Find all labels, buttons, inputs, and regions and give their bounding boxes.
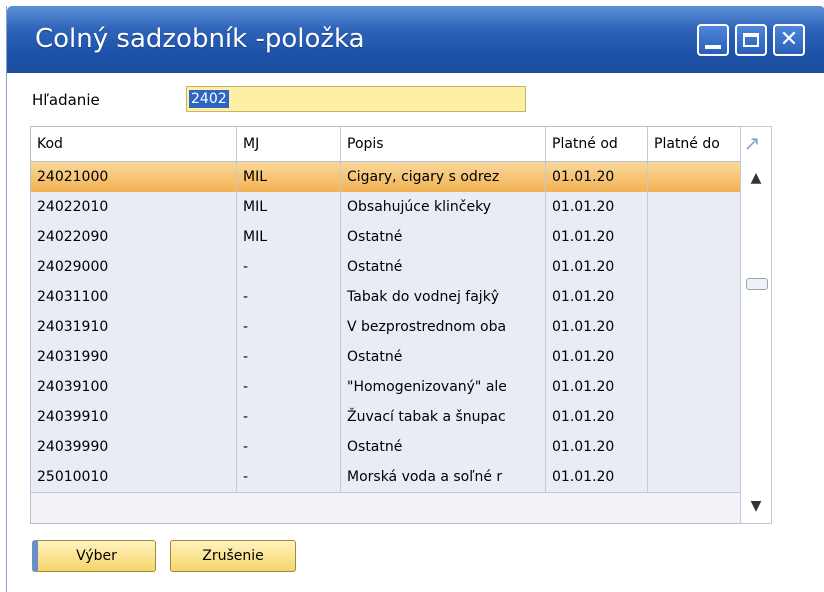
cell-mj: MIL [237,162,341,192]
cell-platne-od: 01.01.20 [546,192,648,222]
table-row[interactable]: 24031100- Tabak do vodnej fajkŷ 01.01.20 [31,282,771,313]
table-row[interactable]: 24022090 MIL Ostatné 01.01.20 [31,222,771,253]
table-row[interactable]: 24029000- Ostatné 01.01.20 [31,252,771,283]
cell-kod: 25010010 [31,462,237,492]
maximize-button[interactable] [735,24,767,56]
search-label: Hľadanie [32,91,100,109]
minimize-button[interactable] [697,24,729,56]
cell-mj: MIL [237,192,341,222]
column-header-mj[interactable]: MJ [237,127,341,161]
cell-kod: 24031910 [31,312,237,342]
cell-platne-od: 01.01.20 [546,462,648,492]
items-table: Kod MJ Popis Platné od Platné do 2402100… [30,126,771,524]
cell-popis: Obsahujúce klinčeky [341,192,546,222]
scroll-thumb[interactable] [746,278,768,290]
search-input[interactable]: 2402 [186,86,526,112]
cell-platne-od: 01.01.20 [546,432,648,462]
cell-mj: - [237,462,341,492]
window-title: Colný sadzobník -položka [35,24,365,54]
cell-platne-od: 01.01.20 [546,252,648,282]
cell-popis: Ostatné [341,252,546,282]
table-row[interactable]: 24039990- Ostatné 01.01.20 [31,432,771,463]
cell-popis: Ostatné [341,342,546,372]
cell-kod: 24039990 [31,432,237,462]
cell-platne-od: 01.01.20 [546,282,648,312]
table-row[interactable]: 25010010- Morská voda a soľné r 01.01.20 [31,462,771,493]
cell-popis: Ostatné [341,432,546,462]
cell-platne-od: 01.01.20 [546,312,648,342]
cell-popis: Žuvací tabak a šnupac [341,402,546,432]
cell-popis: Cigary, cigary s odrez [341,162,546,192]
scroll-down-arrow-icon[interactable]: ▼ [746,496,766,516]
cell-mj: MIL [237,222,341,252]
close-icon: ✕ [779,27,799,52]
cell-popis: Ostatné [341,222,546,252]
cell-mj: - [237,372,341,402]
search-value: 2402 [189,90,229,108]
minimize-icon [705,45,721,49]
column-header-platne-od[interactable]: Platné od [546,127,648,161]
table-row[interactable]: 24022010 MIL Obsahujúce klinčeky 01.01.20 [31,192,771,223]
cell-mj: - [237,402,341,432]
cell-popis: Morská voda a soľné r [341,462,546,492]
cell-kod: 24031100 [31,282,237,312]
cell-mj: - [237,312,341,342]
cell-mj: - [237,432,341,462]
cell-kod: 24039100 [31,372,237,402]
table-header: Kod MJ Popis Platné od Platné do [31,127,771,162]
scroll-up-arrow-icon[interactable]: ▲ [746,168,766,188]
cell-kod: 24039910 [31,402,237,432]
cell-platne-od: 01.01.20 [546,402,648,432]
cell-platne-od: 01.01.20 [546,342,648,372]
close-button[interactable]: ✕ [773,24,805,56]
table-row[interactable]: 24031990- Ostatné 01.01.20 [31,342,771,373]
table-row[interactable]: 24039100- "Homogenizovaný" ale 01.01.20 [31,372,771,403]
cell-kod: 24022090 [31,222,237,252]
cell-platne-od: 01.01.20 [546,372,648,402]
table-row[interactable]: 24031910- V bezprostrednom oba 01.01.20 [31,312,771,343]
cancel-button[interactable]: Zrušenie [170,540,296,572]
cell-kod: 24029000 [31,252,237,282]
cell-popis: "Homogenizovaný" ale [341,372,546,402]
cell-platne-od: 01.01.20 [546,162,648,192]
select-button[interactable]: Výber [32,540,156,572]
cell-kod: 24021000 [31,162,237,192]
cell-popis: Tabak do vodnej fajkŷ [341,282,546,312]
title-bar[interactable]: Colný sadzobník -položka ✕ [7,6,824,73]
expand-icon[interactable]: ↗ [740,132,764,154]
maximize-icon [743,33,759,47]
cell-mj: - [237,282,341,312]
table-row[interactable]: 24021000 MIL Cigary, cigary s odrez 01.01.2… [31,162,771,193]
column-header-kod[interactable]: Kod [31,127,237,161]
cell-mj: - [237,252,341,282]
cell-kod: 24022010 [31,192,237,222]
cell-popis: V bezprostrednom oba [341,312,546,342]
cell-mj: - [237,342,341,372]
cell-platne-od: 01.01.20 [546,222,648,252]
table-row[interactable]: 24039910- Žuvací tabak a šnupac 01.01.20 [31,402,771,433]
cell-kod: 24031990 [31,342,237,372]
column-header-popis[interactable]: Popis [341,127,546,161]
